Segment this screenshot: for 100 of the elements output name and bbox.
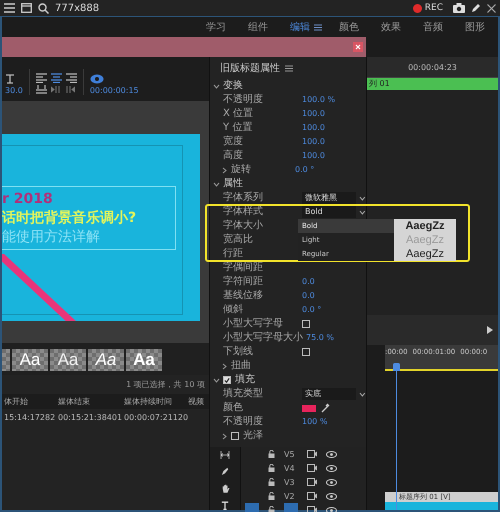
camera-icon[interactable] bbox=[453, 3, 465, 13]
column-header[interactable]: 视频 bbox=[188, 396, 209, 407]
workspace-tab[interactable]: 编辑 bbox=[279, 20, 314, 34]
lock-icon[interactable] bbox=[268, 464, 275, 472]
ripple-edit-icon[interactable] bbox=[219, 451, 231, 459]
align-right-icon[interactable] bbox=[66, 73, 77, 83]
lock-icon[interactable] bbox=[268, 450, 275, 458]
menu-icon[interactable] bbox=[4, 3, 15, 13]
dropdown[interactable]: 实底 bbox=[302, 388, 356, 400]
workspace-tab[interactable]: 学习 bbox=[195, 20, 237, 34]
chevron-right-icon[interactable] bbox=[221, 166, 228, 174]
chevron-down-icon[interactable] bbox=[213, 180, 220, 188]
property-value[interactable]: 75.0 % bbox=[306, 332, 334, 344]
menu-icon[interactable] bbox=[314, 24, 322, 30]
property-value[interactable]: 100.0 % bbox=[302, 94, 336, 106]
type-tool-icon[interactable] bbox=[220, 501, 230, 510]
chevron-down-icon[interactable] bbox=[359, 392, 366, 396]
column-header[interactable]: 体开始 bbox=[4, 396, 56, 407]
workspace-tab[interactable]: 音频 bbox=[412, 20, 454, 34]
style-swatch[interactable]: Aa bbox=[50, 349, 86, 371]
color-swatch[interactable] bbox=[302, 404, 316, 412]
eye-icon[interactable] bbox=[326, 506, 337, 512]
indent-icon[interactable] bbox=[50, 85, 61, 94]
property-value[interactable]: 100.0 bbox=[302, 150, 325, 162]
chevron-right-icon[interactable] bbox=[221, 362, 228, 370]
chevron-down-icon[interactable] bbox=[213, 82, 220, 90]
chevron-down-icon[interactable] bbox=[359, 210, 366, 214]
dropdown[interactable]: Bold bbox=[302, 206, 356, 218]
style-swatch[interactable]: Aa bbox=[126, 349, 162, 371]
workspace-tab[interactable]: 图形 bbox=[454, 20, 496, 34]
style-swatch[interactable]: Aa bbox=[12, 349, 48, 371]
record-label[interactable]: REC bbox=[424, 3, 443, 13]
chevron-down-icon[interactable] bbox=[213, 376, 220, 384]
property-value[interactable]: 0.0 ° bbox=[295, 164, 314, 176]
property-value[interactable]: 0.0 bbox=[302, 276, 315, 288]
pencil-icon[interactable] bbox=[471, 3, 481, 13]
window-icon[interactable] bbox=[21, 3, 32, 13]
checkbox[interactable] bbox=[302, 320, 310, 328]
dropdown[interactable]: 微软雅黑 bbox=[302, 192, 356, 204]
film-icon[interactable] bbox=[307, 478, 317, 486]
ruler-timecode: 00:00:04:23 bbox=[408, 62, 457, 72]
track-label[interactable]: V4 bbox=[284, 464, 298, 472]
track-label[interactable]: V2 bbox=[284, 492, 298, 500]
chevron-right-icon[interactable] bbox=[221, 432, 228, 440]
timecode[interactable]: 00:00:00:15 bbox=[90, 86, 139, 95]
style-swatch[interactable]: Aa bbox=[88, 349, 124, 371]
time-ruler[interactable]: 00:00:04:23 bbox=[367, 57, 498, 78]
track-label[interactable]: V5 bbox=[284, 450, 298, 458]
track-label[interactable]: V3 bbox=[284, 478, 298, 486]
eye-icon[interactable] bbox=[326, 492, 337, 500]
column-header[interactable]: 媒体持续时间 bbox=[124, 396, 186, 407]
eye-icon[interactable] bbox=[326, 464, 337, 472]
style-swatch[interactable] bbox=[2, 349, 10, 371]
property-value[interactable]: 0.0 bbox=[302, 290, 315, 302]
lock-icon[interactable] bbox=[268, 478, 275, 486]
workspace-tab[interactable]: 效果 bbox=[370, 20, 412, 34]
align-center-icon[interactable] bbox=[50, 73, 62, 83]
checkbox[interactable] bbox=[302, 348, 310, 356]
outdent-icon[interactable] bbox=[64, 85, 75, 94]
checkbox[interactable] bbox=[231, 432, 239, 440]
workspace-tab[interactable]: 组件 bbox=[237, 20, 279, 34]
tab-stops-icon[interactable] bbox=[36, 85, 47, 95]
property-label: X 位置 bbox=[222, 108, 254, 120]
eyedropper-icon[interactable] bbox=[321, 403, 330, 413]
frame-rate: 30.0 bbox=[5, 86, 23, 95]
film-icon[interactable] bbox=[307, 506, 317, 512]
property-value[interactable]: 100.0 bbox=[302, 136, 325, 148]
lock-icon[interactable] bbox=[268, 506, 275, 512]
text-tool-icon[interactable] bbox=[5, 74, 15, 84]
section-label: 变换 bbox=[223, 80, 243, 92]
search-icon[interactable] bbox=[38, 2, 49, 14]
lock-icon[interactable] bbox=[268, 492, 275, 500]
record-dot-icon[interactable] bbox=[412, 4, 422, 12]
chevron-down-icon[interactable] bbox=[359, 196, 366, 200]
eye-icon[interactable] bbox=[90, 73, 104, 84]
property-value[interactable]: 0.0 ° bbox=[302, 304, 322, 316]
play-icon[interactable] bbox=[486, 326, 494, 334]
eye-icon[interactable] bbox=[326, 478, 337, 486]
pen-icon[interactable] bbox=[220, 466, 230, 476]
hand-icon[interactable] bbox=[220, 484, 230, 494]
sequence-clip[interactable]: 列 01 bbox=[367, 78, 498, 90]
menu-icon[interactable] bbox=[285, 64, 293, 72]
property-label: 倾斜 bbox=[222, 304, 244, 316]
eye-icon[interactable] bbox=[326, 450, 337, 458]
property-value[interactable]: 100 % bbox=[302, 416, 328, 428]
align-left-icon[interactable] bbox=[36, 73, 47, 83]
playhead-handle[interactable] bbox=[393, 363, 400, 371]
property-label: 小型大写字母 bbox=[222, 318, 284, 330]
property-value[interactable]: 100.0 bbox=[302, 108, 325, 120]
close-icon[interactable] bbox=[353, 42, 363, 52]
property-value[interactable]: 100.0 bbox=[302, 122, 325, 134]
workspace-tab[interactable]: 颜色 bbox=[328, 20, 370, 34]
font-sample: AaegZz bbox=[406, 233, 444, 247]
column-header[interactable]: 媒体结束 bbox=[58, 396, 122, 407]
checkbox[interactable] bbox=[223, 376, 231, 384]
film-icon[interactable] bbox=[307, 450, 317, 458]
film-icon[interactable] bbox=[307, 492, 317, 500]
film-icon[interactable] bbox=[307, 464, 317, 472]
property-label: 字符间距 bbox=[222, 276, 264, 288]
close-icon[interactable] bbox=[487, 4, 496, 12]
